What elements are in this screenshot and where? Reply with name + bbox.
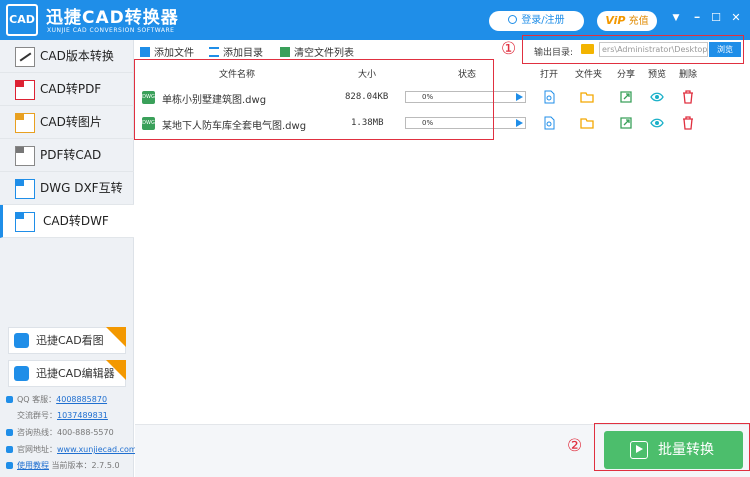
share-icon[interactable] bbox=[619, 116, 633, 130]
close-icon[interactable]: ✕ bbox=[729, 11, 743, 25]
add-file-button[interactable]: 添加文件 bbox=[140, 44, 194, 59]
batch-convert-button[interactable]: 批量转换 bbox=[604, 431, 743, 469]
pdf-cad-icon bbox=[15, 146, 35, 166]
col-header-folder: 文件夹 bbox=[575, 70, 603, 80]
preview-eye-icon[interactable] bbox=[650, 116, 664, 130]
phone-icon bbox=[6, 429, 13, 436]
open-folder-icon[interactable] bbox=[580, 116, 594, 130]
share-icon[interactable] bbox=[619, 90, 633, 104]
open-folder-icon[interactable] bbox=[580, 90, 594, 104]
vip-recharge-button[interactable]: ViP 充值 bbox=[597, 11, 657, 31]
play-icon[interactable] bbox=[516, 93, 523, 101]
col-header-share: 分享 bbox=[617, 70, 636, 80]
app-logo: CAD bbox=[6, 4, 38, 36]
qq-icon bbox=[6, 396, 13, 403]
website: 官网地址：www.xunjiecad.com bbox=[6, 444, 137, 455]
open-file-icon[interactable] bbox=[542, 116, 556, 130]
list-icon bbox=[209, 47, 219, 57]
qq-link[interactable]: 4008885870 bbox=[56, 395, 107, 404]
clear-icon bbox=[280, 47, 290, 57]
hotline: 咨询热线：400-888-5570 bbox=[6, 427, 114, 438]
promo-cad-viewer[interactable]: 迅捷CAD看图 bbox=[8, 327, 126, 354]
add-file-icon bbox=[140, 47, 150, 57]
group-number: 交流群号：1037489831 bbox=[17, 411, 108, 420]
open-file-icon[interactable] bbox=[542, 90, 556, 104]
delete-trash-icon[interactable] bbox=[681, 90, 695, 104]
group-link[interactable]: 1037489831 bbox=[57, 411, 108, 420]
promo-cad-editor[interactable]: 迅捷CAD编辑器 bbox=[8, 360, 126, 387]
website-link[interactable]: www.xunjiecad.com bbox=[57, 445, 137, 454]
delete-trash-icon[interactable] bbox=[681, 116, 695, 130]
book-icon bbox=[6, 462, 13, 469]
title-bar: CAD 迅捷CAD转换器 XUNJIE CAD CONVERSION SOFTW… bbox=[0, 0, 750, 40]
play-icon bbox=[630, 441, 648, 459]
version-info: 使用教程 当前版本：2.7.5.0 bbox=[6, 460, 120, 471]
login-button[interactable]: 登录/注册 bbox=[489, 11, 584, 31]
play-icon[interactable] bbox=[516, 119, 523, 127]
menu-dropdown-icon[interactable]: ▼ bbox=[669, 11, 683, 25]
hot-badge-icon bbox=[106, 360, 126, 380]
sidebar-item-pdf-to-cad[interactable]: PDF转CAD bbox=[0, 139, 134, 172]
cad-viewer-icon bbox=[14, 333, 29, 348]
add-directory-button[interactable]: 添加目录 bbox=[209, 44, 263, 59]
sidebar-item-dwg-dxf[interactable]: DWG DXF互转 bbox=[0, 172, 134, 205]
col-header-delete: 删除 bbox=[679, 70, 698, 80]
clear-list-button[interactable]: 清空文件列表 bbox=[280, 44, 354, 59]
user-icon bbox=[508, 15, 518, 24]
image-icon bbox=[15, 113, 35, 133]
annotation-marker-1: ① bbox=[501, 39, 517, 59]
qq-support: QQ 客服：4008885870 bbox=[6, 394, 107, 405]
minimize-icon[interactable]: ━ bbox=[690, 11, 704, 25]
maximize-icon[interactable]: ☐ bbox=[709, 11, 723, 25]
vip-icon: ViP bbox=[605, 14, 626, 27]
annotation-box-file-list bbox=[134, 59, 494, 140]
app-subtitle: XUNJIE CAD CONVERSION SOFTWARE bbox=[47, 27, 175, 34]
pdf-icon bbox=[15, 80, 35, 100]
sidebar-item-version-convert[interactable]: CAD版本转换 bbox=[0, 40, 134, 73]
col-header-open: 打开 bbox=[540, 70, 559, 80]
sidebar-item-cad-to-image[interactable]: CAD转图片 bbox=[0, 106, 134, 139]
globe-icon bbox=[6, 446, 13, 453]
version-icon bbox=[15, 47, 35, 67]
annotation-marker-2: ② bbox=[567, 436, 583, 456]
dwg-icon bbox=[15, 179, 35, 199]
sidebar-item-cad-to-dwf[interactable]: CAD转DWF bbox=[0, 205, 134, 238]
tutorial-link[interactable]: 使用教程 bbox=[17, 461, 49, 470]
col-header-preview: 预览 bbox=[648, 70, 667, 80]
app-title: 迅捷CAD转换器 bbox=[46, 8, 179, 28]
hot-badge-icon bbox=[106, 327, 126, 347]
cad-editor-icon bbox=[14, 366, 29, 381]
dwf-icon bbox=[15, 212, 35, 232]
sidebar: CAD版本转换 CAD转PDF CAD转图片 PDF转CAD DWG DXF互转… bbox=[0, 40, 137, 477]
annotation-box-output-dir bbox=[522, 35, 744, 64]
preview-eye-icon[interactable] bbox=[650, 90, 664, 104]
sidebar-item-cad-to-pdf[interactable]: CAD转PDF bbox=[0, 73, 134, 106]
